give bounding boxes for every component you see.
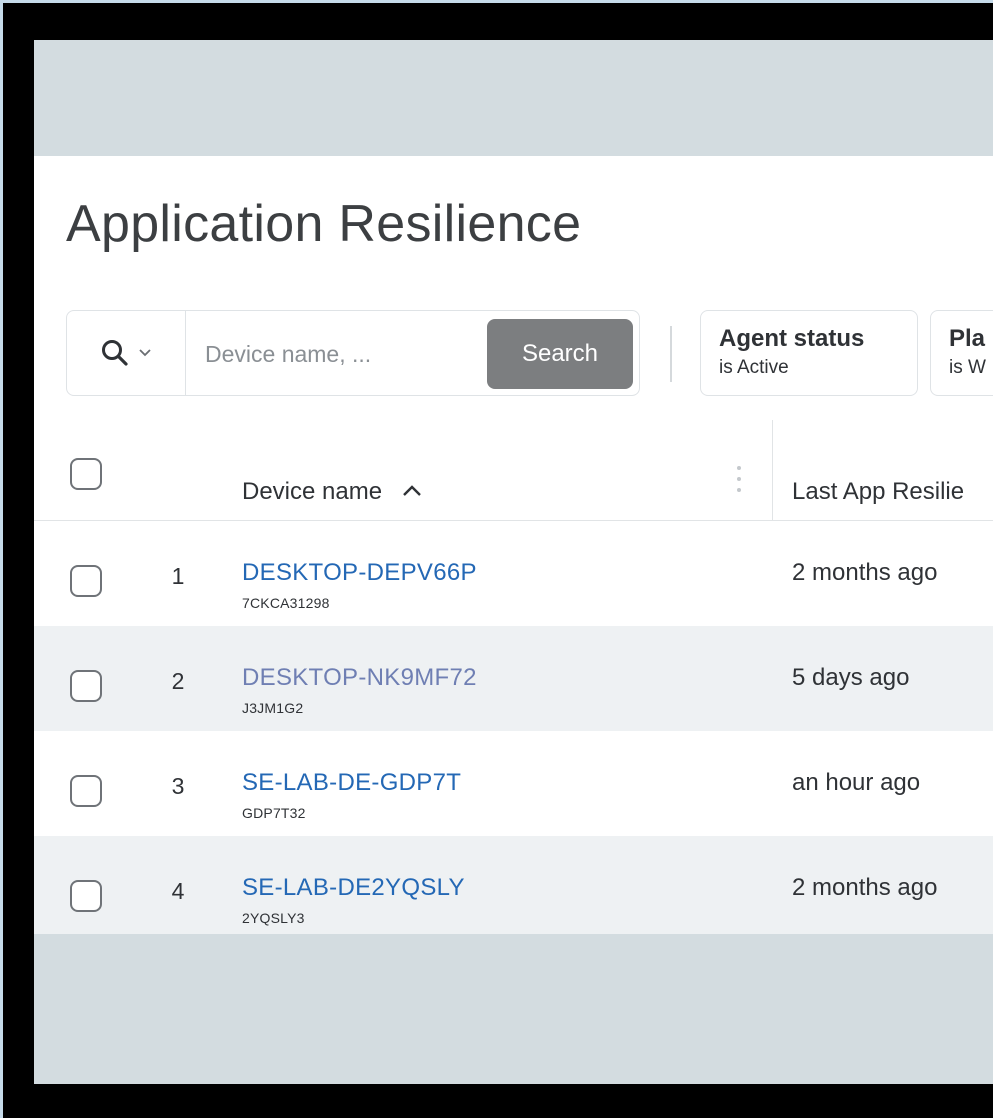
search-input[interactable] <box>203 335 477 373</box>
app-viewport: Application Resilience Search Agent stat… <box>34 40 993 1084</box>
filter-value: is Active <box>719 357 789 378</box>
toolbar-divider <box>670 326 672 382</box>
window-frame-top <box>0 0 993 3</box>
device-serial: GDP7T32 <box>242 805 306 821</box>
device-serial: J3JM1G2 <box>242 700 304 716</box>
filter-agent-status[interactable]: Agent status is Active <box>700 310 918 396</box>
device-name-link[interactable]: SE-LAB-DE-GDP7T <box>242 769 461 797</box>
last-check-time: 2 months ago <box>792 874 938 901</box>
chevron-down-icon <box>139 349 151 357</box>
row-checkbox[interactable] <box>70 880 102 912</box>
column-divider <box>772 420 773 520</box>
column-resize-handle[interactable] <box>734 466 744 502</box>
device-name-link[interactable]: SE-LAB-DE2YQSLY <box>242 874 465 902</box>
row-checkbox[interactable] <box>70 775 102 807</box>
select-all-checkbox[interactable] <box>70 458 102 490</box>
window-frame-left <box>0 0 3 1118</box>
filter-title: Agent status <box>719 325 865 352</box>
device-serial: 2YQSLY3 <box>242 910 305 926</box>
search-bar: Search <box>66 310 640 396</box>
row-index: 2 <box>171 668 185 694</box>
table-row[interactable]: 1 DESKTOP-DEPV66P 7CKCA31298 2 months ag… <box>34 521 993 626</box>
table-row[interactable]: 3 SE-LAB-DE-GDP7T GDP7T32 an hour ago <box>34 731 993 836</box>
filter-platform[interactable]: Pla is W <box>930 310 993 396</box>
device-serial: 7CKCA31298 <box>242 595 330 611</box>
search-scope-dropdown[interactable] <box>67 311 186 395</box>
column-header-last-check[interactable]: Last App Resilie <box>792 478 964 506</box>
last-check-time: 5 days ago <box>792 664 910 691</box>
device-name-link[interactable]: DESKTOP-NK9MF72 <box>242 664 477 692</box>
column-header-label: Device name <box>242 478 383 505</box>
table-row[interactable]: 4 SE-LAB-DE2YQSLY 2YQSLY3 2 months ago <box>34 836 993 934</box>
filter-title: Pla <box>949 325 986 352</box>
last-check-time: an hour ago <box>792 769 921 796</box>
row-index: 4 <box>171 878 185 904</box>
page-title: Application Resilience <box>66 195 582 253</box>
device-name-link[interactable]: DESKTOP-DEPV66P <box>242 559 477 587</box>
table-header: Device name Last App Resilie <box>34 420 993 521</box>
search-icon <box>102 340 128 366</box>
column-header-device-name[interactable]: Device name <box>242 478 423 506</box>
row-index: 1 <box>171 563 185 589</box>
main-panel: Application Resilience Search Agent stat… <box>34 156 993 934</box>
row-checkbox[interactable] <box>70 670 102 702</box>
filter-value: is W <box>949 357 986 378</box>
row-index: 3 <box>171 773 185 799</box>
last-check-time: 2 months ago <box>792 559 938 586</box>
search-button[interactable]: Search <box>487 319 633 389</box>
row-checkbox[interactable] <box>70 565 102 597</box>
table-row[interactable]: 2 DESKTOP-NK9MF72 J3JM1G2 5 days ago <box>34 626 993 731</box>
sort-ascending-icon <box>402 485 421 496</box>
